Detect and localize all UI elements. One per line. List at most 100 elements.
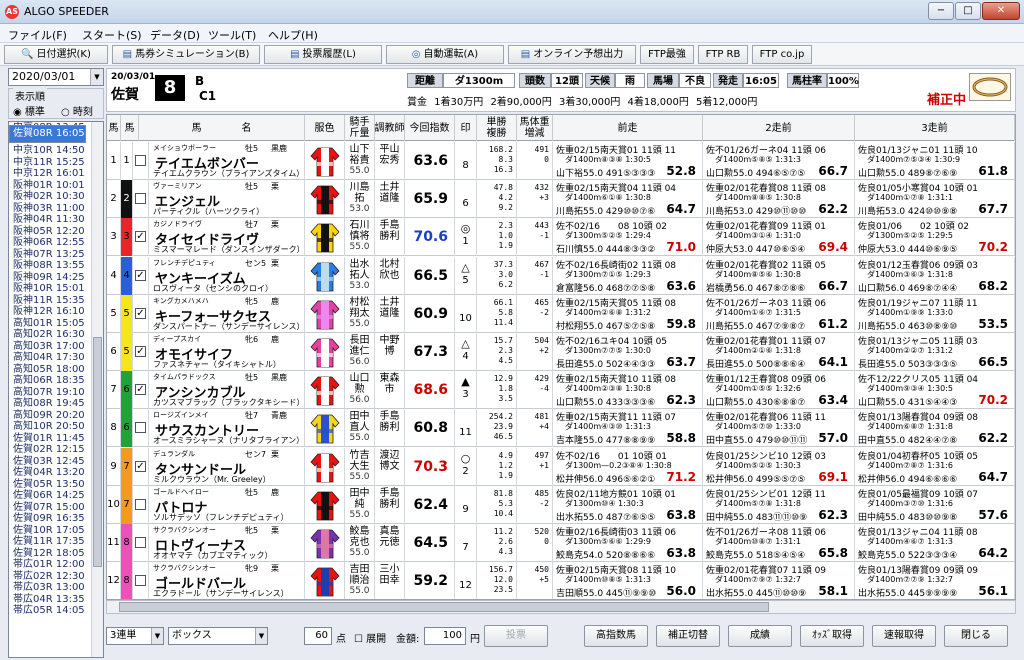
past-race-p2[interactable]: 佐不01/26ガーネ08 11頭 06 ダ1400m⑩⑧⑦ 1:31:1 鮫島克55… xyxy=(703,524,855,562)
horse-row[interactable]: 2 2 ヴァーミリアン 牡5 栗エンジェル パーティクル（ハーツクライ） 川島 拓 53.0 土… xyxy=(107,180,1015,219)
race-list-item[interactable]: 阪神10R 15:01 xyxy=(9,283,103,295)
column-header[interactable]: 前走 xyxy=(553,115,703,141)
past-race-p2[interactable]: 佐良01/25シンビ01 12頭 11 ダ1400m⑤⑦⑧ 1:31:8 田中純55… xyxy=(703,485,855,524)
past-race-p3[interactable]: 佐良01/13ジャニ05 11頭 03 ダ1400m②②⑦ 1:31:2 長田進55… xyxy=(855,333,1015,371)
jockey-cell[interactable]: 出水 拓人 53.0 xyxy=(345,256,375,295)
race-list-item[interactable]: 高知02R 16:30 xyxy=(9,329,103,341)
column-header[interactable]: 今回指数 xyxy=(405,115,455,141)
horse-row[interactable]: 7 6 ✓ タイムパラドックス 牡5 黒鹿 アンシンカブル カツスマブラック（ブラックタキシー… xyxy=(107,371,1015,410)
column-header[interactable]: 馬 名 xyxy=(139,115,305,141)
menu-start[interactable]: スタート(S) xyxy=(82,27,142,43)
close-button[interactable]: 閉じる xyxy=(944,625,1008,647)
high-index-button[interactable]: 高指数馬 xyxy=(584,625,648,647)
jockey-cell[interactable]: 山下 裕貴 55.0 xyxy=(345,142,375,180)
column-header[interactable]: 騎手 斤量 xyxy=(345,115,375,141)
horse-name-cell[interactable]: キングカメハメハ 牝5 鹿キーフォーサクセス ダンスパートナー（サンデーサイレンス） xyxy=(149,294,305,333)
race-list-item[interactable]: 佐賀08R 16:05 xyxy=(9,125,86,143)
race-list-item[interactable]: 帯広04R 13:35 xyxy=(9,594,103,606)
past-race-p1[interactable]: 佐不02/16ユキ04 10頭 05 ダ1300m⑦⑦⑤ 1:30:0 長田進55.… xyxy=(553,333,703,371)
mark-cell[interactable]: 12 xyxy=(455,562,477,599)
select-checkbox[interactable] xyxy=(135,537,146,548)
auto-run-button[interactable]: ◎ 自動運転(A) xyxy=(386,45,504,64)
horse-row[interactable]: 4 4 ✓ フレンチデピュティ セン5 栗ヤンキーイズム ロスヴィータ（センシのクロイ） 出水… xyxy=(107,256,1015,295)
horse-row[interactable]: 10 7 ゴールドヘイロー 牡5 鹿パトロナ ソルサデッソ（フレンチデピュティ） 田中 純5… xyxy=(107,485,1015,524)
column-header[interactable]: 3走前 xyxy=(855,115,1015,141)
results-button[interactable]: 成績 xyxy=(728,625,792,647)
select-checkbox[interactable] xyxy=(135,193,146,205)
horse-row[interactable]: 11 8 サクラバクシンオー 牝5 栗ロトヴィーナス オオヤマテ（カブエマティック） 鮫島 … xyxy=(107,524,1015,562)
column-header[interactable]: 馬 xyxy=(121,115,139,141)
race-list-item[interactable]: 佐賀07R 15:00 xyxy=(9,502,103,514)
past-race-p2[interactable]: 佐重02/01花春賞01 11頭 07 ダ1400m②①⑥ 1:31:8 長田進55… xyxy=(703,333,855,371)
ftp-cojp-button[interactable]: FTP co.jp xyxy=(752,45,812,64)
horse-row[interactable]: 5 5 ✓ キングカメハメハ 牝5 鹿キーフォーサクセス ダンスパートナー（サンデーサイレン… xyxy=(107,294,1015,333)
correction-toggle-button[interactable]: 補正切替 xyxy=(656,625,720,647)
past-race-p3[interactable]: 佐良01/13陽春賞04 09頭 08 ダ1400m⑥⑧⑦ 1:31:8 田中直55… xyxy=(855,409,1015,448)
race-list-item[interactable]: 高知07R 19:10 xyxy=(9,387,103,399)
race-list-item[interactable]: 帯広01R 12:00 xyxy=(9,559,103,571)
ticket-simulation-button[interactable]: ▤ 馬券シミュレーション(B) xyxy=(112,45,260,64)
race-list-item[interactable]: 阪神03R 11:00 xyxy=(9,203,103,215)
mark-cell[interactable]: 11 xyxy=(455,409,477,448)
amount-field[interactable]: 100 xyxy=(424,627,466,645)
race-list-item[interactable]: 阪神01R 10:01 xyxy=(9,180,103,192)
horizontal-scrollbar[interactable] xyxy=(106,600,1016,614)
column-header[interactable]: 単勝 複勝 xyxy=(477,115,517,141)
jockey-cell[interactable]: 村松 翔太 55.0 xyxy=(345,294,375,333)
race-list-item[interactable]: 中京11R 15:25 xyxy=(9,157,103,169)
mark-cell[interactable]: ◎ 1 xyxy=(455,218,477,257)
jockey-cell[interactable]: 田中 純 55.0 xyxy=(345,485,375,524)
race-list-item[interactable]: 佐賀12R 18:05 xyxy=(9,548,103,560)
past-race-p3[interactable]: 佐良01/12玉春賞06 09頭 03 ダ1400m③⑥③ 1:31:8 山口勲56… xyxy=(855,256,1015,295)
mark-cell[interactable]: ▲ 3 xyxy=(455,371,477,410)
menu-help[interactable]: ヘルプ(H) xyxy=(268,27,318,43)
past-race-p1[interactable]: 佐重02/15南天賞10 11頭 08 ダ1400m②③⑧ 1:30:8 山口勲55… xyxy=(553,371,703,410)
horse-name-cell[interactable]: サクラバクシンオー 牝9 栗ゴールドバール エクラドール（サンデーサイレンス） xyxy=(149,562,305,599)
past-race-p3[interactable]: 佐良01/13ジャニ04 11頭 08 ダ1400m④⑥⑦ 1:31:3 鮫島克55… xyxy=(855,524,1015,562)
select-checkbox[interactable] xyxy=(135,422,146,434)
race-list-item[interactable]: 阪神05R 12:20 xyxy=(9,226,103,238)
column-header[interactable]: 印 xyxy=(455,115,477,141)
race-list-item[interactable]: 中京12R 16:01 xyxy=(9,168,103,180)
select-checkbox[interactable]: ✓ xyxy=(135,346,146,357)
order-time-radio[interactable]: ○ 時刻 xyxy=(61,103,93,118)
past-race-p3[interactable]: 佐良01/13陽春賞09 09頭 09 ダ1400m⑦⑦⑨ 1:32:7 出水拓55… xyxy=(855,562,1015,599)
column-header[interactable]: 調教師 xyxy=(375,115,405,141)
select-checkbox[interactable]: ✓ xyxy=(135,269,146,281)
past-race-p1[interactable]: 佐不02/16 01 10頭 01 ダ1300m—0.2③⑧④ 1:30:8 松井伸… xyxy=(553,447,703,486)
horse-name-cell[interactable]: ロージズインメイ 牡7 青鹿 サウスカントリー オースミラシャーヌ（ナリタブライアン） xyxy=(149,409,305,448)
column-header[interactable]: 馬 xyxy=(107,115,121,141)
select-checkbox[interactable]: ✓ xyxy=(135,307,146,319)
past-race-p2[interactable]: 佐重02/01花春賞06 11頭 11 ダ1400m⑤⑦⑩ 1:33:0 田中直55… xyxy=(703,409,855,448)
maximize-button[interactable]: □ xyxy=(955,2,981,20)
column-header[interactable]: 2走前 xyxy=(703,115,855,141)
past-race-p3[interactable]: 佐良01/04初春杯05 10頭 05 ダ1400m⑦⑧⑦ 1:31:6 松井伸56… xyxy=(855,447,1015,486)
menu-data[interactable]: データ(D) xyxy=(150,27,200,43)
past-race-p1[interactable]: 佐重02/15南天賞05 11頭 08 ダ1400m②⑥⑧ 1:31:2 村松翔55… xyxy=(553,294,703,333)
race-list-item[interactable]: 帯広03R 13:00 xyxy=(9,582,103,594)
past-race-p2[interactable]: 佐不01/26ガーネ04 11頭 06 ダ1400m⑤⑧⑤ 1:31:3 山口勲55… xyxy=(703,142,855,180)
menu-file[interactable]: ファイル(F) xyxy=(8,27,67,43)
past-race-p3[interactable]: 佐不12/22クリス05 11頭 04 ダ1400m⑨③④ 1:30:5 山口勲55… xyxy=(855,371,1015,410)
menu-tools[interactable]: ツール(T) xyxy=(208,27,256,43)
race-list-item[interactable]: 高知08R 19:45 xyxy=(9,398,103,410)
past-race-p3[interactable]: 佐良01/19ジャニ07 11頭 11 ダ1400m①⑨⑨ 1:33:0 川島拓55… xyxy=(855,294,1015,333)
horse-row[interactable]: 9 7 ✓ デュランダル セン7 栗タンサンドール ミルクウラウン（Mr. Greeley）… xyxy=(107,447,1015,486)
past-race-p2[interactable]: 佐重02/01花春賞08 11頭 08 ダ1400m⑧⑧⑤ 1:30:8 川島拓53… xyxy=(703,180,855,219)
race-list-item[interactable]: 高知09R 20:20 xyxy=(9,410,103,422)
past-race-p2[interactable]: 佐重02/01花春賞09 11頭 01 ダ1400m③①④ 1:31:0 仲原大53… xyxy=(703,218,855,257)
horse-name-cell[interactable]: サクラバクシンオー 牝5 栗ロトヴィーナス オオヤマテ（カブエマティック） xyxy=(149,524,305,562)
mark-cell[interactable]: 8 xyxy=(455,142,477,180)
race-list-item[interactable]: 阪神08R 13:55 xyxy=(9,260,103,272)
bet-type-select[interactable]: 3連単 ▼ xyxy=(106,627,164,645)
past-race-p2[interactable]: 佐不01/26ガーネ03 11頭 06 ダ1400m①⑥⑦ 1:31:5 川島拓55… xyxy=(703,294,855,333)
race-list-item[interactable]: 阪神06R 12:55 xyxy=(9,237,103,249)
column-header[interactable]: 馬体重 増減 xyxy=(517,115,553,141)
jockey-cell[interactable]: 田中 直人 55.0 xyxy=(345,409,375,448)
horse-name-cell[interactable]: ゴールドヘイロー 牡5 鹿パトロナ ソルサデッソ（フレンチデピュティ） xyxy=(149,485,305,524)
race-list-item[interactable]: 中京10R 14:50 xyxy=(9,145,103,157)
bet-mode-select[interactable]: ボックス ▼ xyxy=(168,627,268,645)
past-race-p3[interactable]: 佐良01/06 02 10頭 02 ダ1300m⑤②⑤ 1:29:5 仲原大53.0… xyxy=(855,218,1015,257)
horse-name-cell[interactable]: タイムパラドックス 牡5 黒鹿 アンシンカブル カツスマブラック（ブラックタキシード） xyxy=(149,371,305,410)
past-race-p1[interactable]: 佐不02/16 08 10頭 02 ダ1300m⑤②⑤ 1:29:4 石川慎55.0… xyxy=(553,218,703,257)
